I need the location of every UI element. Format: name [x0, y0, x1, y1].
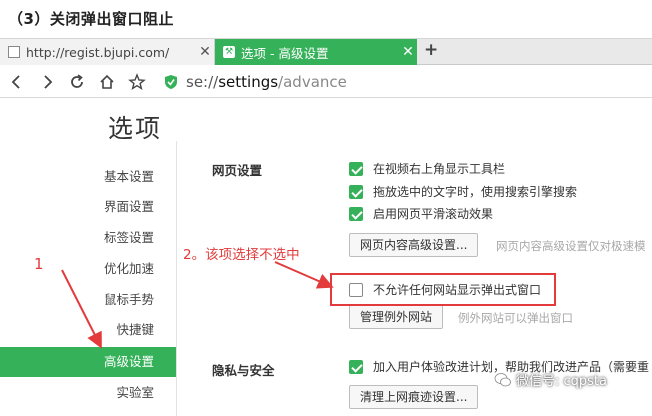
manage-exceptions-button[interactable]: 管理例外网站 — [349, 305, 443, 329]
close-tab-icon[interactable]: ✕ — [196, 44, 214, 60]
advanced-content-settings-button[interactable]: 网页内容高级设置... — [349, 233, 478, 257]
sidebar-item-speedup[interactable]: 优化加速 — [0, 254, 176, 284]
exceptions-hint: 例外网站可以弹出窗口 — [458, 310, 573, 326]
back-arrow-icon — [8, 73, 26, 91]
tab-regist[interactable]: http://regist.bjupi.com/ ✕ — [0, 39, 215, 65]
page-icon — [8, 46, 20, 58]
url-path: settings — [218, 73, 278, 91]
url-subpath: /advance — [278, 73, 347, 91]
sidebar-item-basic[interactable]: 基本设置 — [0, 162, 176, 192]
checkbox-checked[interactable] — [349, 207, 363, 221]
highlight-box — [330, 273, 556, 306]
home-button[interactable] — [94, 69, 120, 95]
favorite-button[interactable] — [124, 69, 150, 95]
tab-title: http://regist.bjupi.com/ — [26, 45, 196, 60]
checkbox-checked[interactable] — [349, 185, 363, 199]
page-heading: （3）关闭弹出窗口阻止 — [8, 8, 174, 29]
forward-arrow-icon — [38, 73, 56, 91]
option-label: 在视频右上角显示工具栏 — [373, 160, 505, 177]
option-smooth-scroll[interactable]: 启用网页平滑滚动效果 — [349, 205, 493, 222]
sidebar-item-interface[interactable]: 界面设置 — [0, 192, 176, 222]
checkbox-checked[interactable] — [349, 162, 363, 176]
shield-icon — [164, 74, 178, 90]
settings-page: 选项 基本设置 界面设置 标签设置 优化加速 鼠标手势 快捷键 高级设置 实验室… — [0, 99, 652, 416]
star-icon — [128, 73, 146, 91]
wechat-icon — [494, 372, 512, 388]
advanced-content-hint: 网页内容高级设置仅对极速模 — [496, 238, 646, 254]
reload-button[interactable] — [64, 69, 90, 95]
section-title-privacy: 隐私与安全 — [212, 360, 275, 379]
option-video-toolbar[interactable]: 在视频右上角显示工具栏 — [349, 160, 505, 177]
clear-history-settings-button[interactable]: 清理上网痕迹设置... — [349, 385, 478, 409]
checkbox-checked[interactable] — [349, 360, 363, 374]
forward-button[interactable] — [34, 69, 60, 95]
section-title-web: 网页设置 — [212, 160, 262, 179]
sidebar-item-mouse-gestures[interactable]: 鼠标手势 — [0, 285, 176, 315]
sidebar-item-lab[interactable]: 实验室 — [0, 378, 176, 408]
page-title: 选项 — [108, 109, 162, 145]
url-scheme: se:// — [186, 73, 218, 91]
sidebar-divider — [176, 141, 177, 416]
option-drag-search[interactable]: 拖放选中的文字时，使用搜索引擎搜索 — [349, 183, 577, 200]
sidebar-item-tabs[interactable]: 标签设置 — [0, 223, 176, 253]
step-number-annotation: 1 — [34, 255, 44, 273]
home-icon — [98, 73, 116, 91]
close-tab-icon[interactable]: ✕ — [399, 44, 417, 60]
back-button[interactable] — [4, 69, 30, 95]
wechat-watermark: 微信号: cqpsta — [494, 370, 607, 389]
tab-bar: http://regist.bjupi.com/ ✕ ⚒ 选项 - 高级设置 ✕… — [0, 38, 652, 65]
watermark-text: 微信号: cqpsta — [516, 370, 607, 389]
instruction-annotation: 2。该项选择不选中 — [183, 243, 300, 263]
new-tab-button[interactable]: + — [424, 40, 438, 60]
sidebar-item-advanced[interactable]: 高级设置 — [0, 347, 176, 377]
address-bar[interactable]: se://settings/advance — [186, 73, 347, 91]
navigation-bar: se://settings/advance — [0, 66, 652, 98]
tab-title: 选项 - 高级设置 — [241, 43, 399, 62]
reload-icon — [68, 73, 86, 91]
tab-settings[interactable]: ⚒ 选项 - 高级设置 ✕ — [215, 39, 417, 65]
option-label: 拖放选中的文字时，使用搜索引擎搜索 — [373, 183, 577, 200]
sidebar-item-shortcuts[interactable]: 快捷键 — [0, 315, 176, 345]
option-label: 启用网页平滑滚动效果 — [373, 205, 493, 222]
wrench-icon: ⚒ — [223, 46, 235, 58]
